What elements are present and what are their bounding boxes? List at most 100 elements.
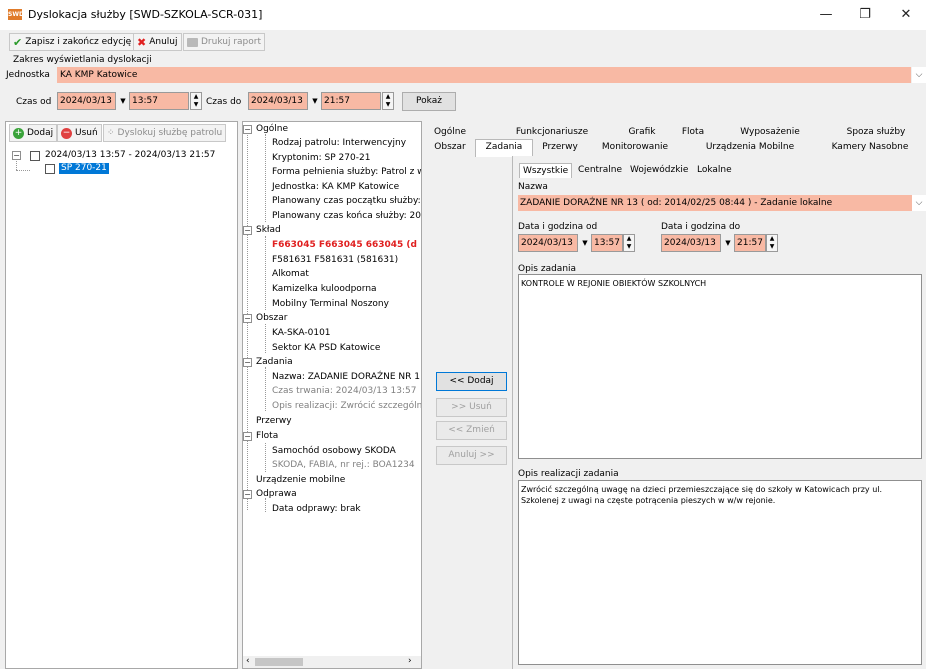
time-from-label: Czas od (16, 97, 52, 107)
node-task-name[interactable]: Nazwa: ZADANIE DORAŹNE NR 1 (272, 372, 420, 383)
remove-patrol-button[interactable]: − Usuń (57, 124, 102, 142)
tree-child-checkbox[interactable] (45, 164, 55, 174)
app-logo-icon: SWD (8, 9, 24, 20)
node-plan-start[interactable]: Planowany czas początku służby: (272, 196, 421, 207)
add-task-button[interactable]: << Dodaj (436, 372, 507, 391)
calendar-dropdown-icon[interactable]: ▼ (117, 92, 129, 110)
node-vehicle-reg[interactable]: SKODA, FABIA, nr rej.: BOA1234 (272, 460, 415, 471)
node-alkomat[interactable]: Alkomat (272, 269, 309, 280)
subtab-lokalne[interactable]: Lokalne (694, 163, 735, 178)
calendar-dropdown-icon[interactable]: ▼ (579, 234, 591, 252)
node-forma[interactable]: Forma pełnienia służby: Patrol z w (272, 167, 421, 178)
collapse-icon[interactable]: − (243, 314, 252, 323)
scroll-thumb[interactable] (255, 658, 303, 666)
tab-funkcjonariusze[interactable]: Funkcjonariusze (512, 127, 592, 137)
subtab-wszystkie[interactable]: Wszystkie (519, 163, 573, 178)
chevron-right-icon[interactable]: › (408, 656, 412, 666)
task-from-spinner[interactable]: ▲ ▼ (623, 234, 635, 252)
cancel-task-button[interactable]: Anuluj >> (436, 446, 507, 465)
horizontal-scrollbar[interactable]: ‹ › (243, 656, 421, 668)
tree-root-label[interactable]: 2024/03/13 13:57 - 2024/03/13 21:57 (45, 150, 215, 161)
tree-checkbox[interactable] (30, 151, 40, 161)
subtab-wojewodzkie[interactable]: Wojewódzkie (627, 163, 691, 178)
collapse-icon[interactable]: − (243, 226, 252, 235)
node-mobile-device[interactable]: Urządzenie mobilne (256, 475, 345, 486)
tab-monitorowanie[interactable]: Monitorowanie (596, 142, 674, 152)
chevron-left-icon[interactable]: ‹ (246, 656, 250, 666)
tree-child-label[interactable]: SP 270-21 (59, 163, 109, 174)
node-officer[interactable]: F581631 F581631 (581631) (272, 255, 398, 266)
node-task-time[interactable]: Czas trwania: 2024/03/13 13:57 (272, 386, 416, 397)
minimize-button[interactable]: — (806, 4, 846, 26)
chevron-down-icon[interactable]: ⌵ (912, 195, 926, 211)
node-odprawa[interactable]: Odprawa (256, 489, 297, 500)
chevron-down-icon[interactable]: ⌵ (912, 67, 926, 83)
node-przerwy[interactable]: Przerwy (256, 416, 292, 427)
print-report-button[interactable]: Drukuj raport (183, 33, 265, 51)
time-to-spinner[interactable]: ▲ ▼ (382, 92, 394, 110)
task-from-time-field[interactable]: 13:57 (591, 234, 623, 252)
node-zadania[interactable]: Zadania (256, 357, 293, 368)
node-briefing-date[interactable]: Data odprawy: brak (272, 504, 361, 515)
task-to-date-field[interactable]: 2024/03/13 (661, 234, 721, 252)
task-to-spinner[interactable]: ▲ ▼ (766, 234, 778, 252)
node-ogolne[interactable]: Ogólne (256, 124, 288, 135)
node-task-desc[interactable]: Opis realizacji: Zwrócić szczególną (272, 401, 421, 412)
dislocate-patrol-button[interactable]: ⁘ Dyslokuj służbę patrolu (103, 124, 227, 142)
node-jednostka[interactable]: Jednostka: KA KMP Katowice (272, 182, 399, 193)
save-and-finish-button[interactable]: ✔ Zapisz i zakończ edycję (9, 33, 136, 51)
tab-obszar[interactable]: Obszar (430, 142, 470, 152)
time-from-time-field[interactable]: 13:57 (129, 92, 189, 110)
print-report-label: Drukuj raport (201, 37, 261, 47)
change-task-button[interactable]: << Zmień (436, 421, 507, 440)
close-button[interactable]: ✕ (886, 4, 926, 26)
subtab-centralne[interactable]: Centralne (575, 163, 625, 178)
patrol-tree-panel (5, 121, 238, 669)
node-obszar-sector[interactable]: Sektor KA PSD Katowice (272, 343, 380, 354)
collapse-icon[interactable]: − (12, 151, 21, 160)
show-button[interactable]: Pokaż (402, 92, 456, 111)
collapse-icon[interactable]: − (243, 358, 252, 367)
node-sklad[interactable]: Skład (256, 225, 281, 236)
node-obszar[interactable]: Obszar (256, 313, 287, 324)
time-to-time-field[interactable]: 21:57 (321, 92, 381, 110)
tab-urzadzenia-mobilne[interactable]: Urządzenia Mobilne (700, 142, 800, 152)
task-name-select[interactable]: ZADANIE DORAŹNE NR 13 ( od: 2014/02/25 0… (518, 195, 912, 211)
tab-kamery-nasobne[interactable]: Kamery Nasobne (820, 142, 920, 152)
task-to-label: Data i godzina do (661, 222, 741, 232)
time-from-spinner[interactable]: ▲ ▼ (190, 92, 202, 110)
tab-grafik[interactable]: Grafik (622, 127, 662, 137)
collapse-icon[interactable]: − (243, 490, 252, 499)
node-plan-end[interactable]: Planowany czas końca służby: 20 (272, 211, 421, 222)
task-to-time-field[interactable]: 21:57 (734, 234, 766, 252)
unit-select[interactable]: KA KMP Katowice (57, 67, 911, 83)
node-rodzaj[interactable]: Rodzaj patrolu: Interwencyjny (272, 138, 406, 149)
cancel-button[interactable]: ✖ Anuluj (133, 33, 182, 51)
node-obszar-code[interactable]: KA-SKA-0101 (272, 328, 331, 339)
node-terminal[interactable]: Mobilny Terminal Noszony (272, 299, 389, 310)
collapse-icon[interactable]: − (243, 432, 252, 441)
node-flota[interactable]: Flota (256, 431, 278, 442)
remove-task-button[interactable]: >> Usuń (436, 398, 507, 417)
node-kryptonim[interactable]: Kryptonim: SP 270-21 (272, 153, 370, 164)
calendar-dropdown-icon[interactable]: ▼ (309, 92, 321, 110)
task-from-date-field[interactable]: 2024/03/13 (518, 234, 578, 252)
add-patrol-button[interactable]: + Dodaj (9, 124, 58, 142)
calendar-dropdown-icon[interactable]: ▼ (722, 234, 734, 252)
tab-wyposazenie[interactable]: Wyposażenie (735, 127, 805, 137)
tab-flota[interactable]: Flota (675, 127, 711, 137)
checkmark-icon: ✔ (13, 35, 23, 49)
node-vehicle[interactable]: Samochód osobowy SKODA (272, 446, 396, 457)
node-officer-alert[interactable]: F663045 F663045 663045 (d (272, 240, 417, 251)
tab-spoza-sluzby[interactable]: Spoza służby (836, 127, 916, 137)
task-realization-textarea[interactable]: Zwrócić szczególną uwagę na dzieci przem… (518, 480, 922, 665)
node-kamizelka[interactable]: Kamizelka kuloodporna (272, 284, 377, 295)
tab-zadania[interactable]: Zadania (475, 139, 533, 157)
time-from-date-field[interactable]: 2024/03/13 (57, 92, 116, 110)
time-to-date-field[interactable]: 2024/03/13 (248, 92, 308, 110)
tab-przerwy[interactable]: Przerwy (537, 142, 583, 152)
task-desc-textarea[interactable]: KONTROLE W REJONIE OBIEKTÓW SZKOLNYCH (518, 274, 922, 459)
collapse-icon[interactable]: − (243, 125, 252, 134)
tab-ogolne[interactable]: Ogólne (430, 127, 470, 137)
maximize-button[interactable]: ❐ (845, 4, 885, 26)
